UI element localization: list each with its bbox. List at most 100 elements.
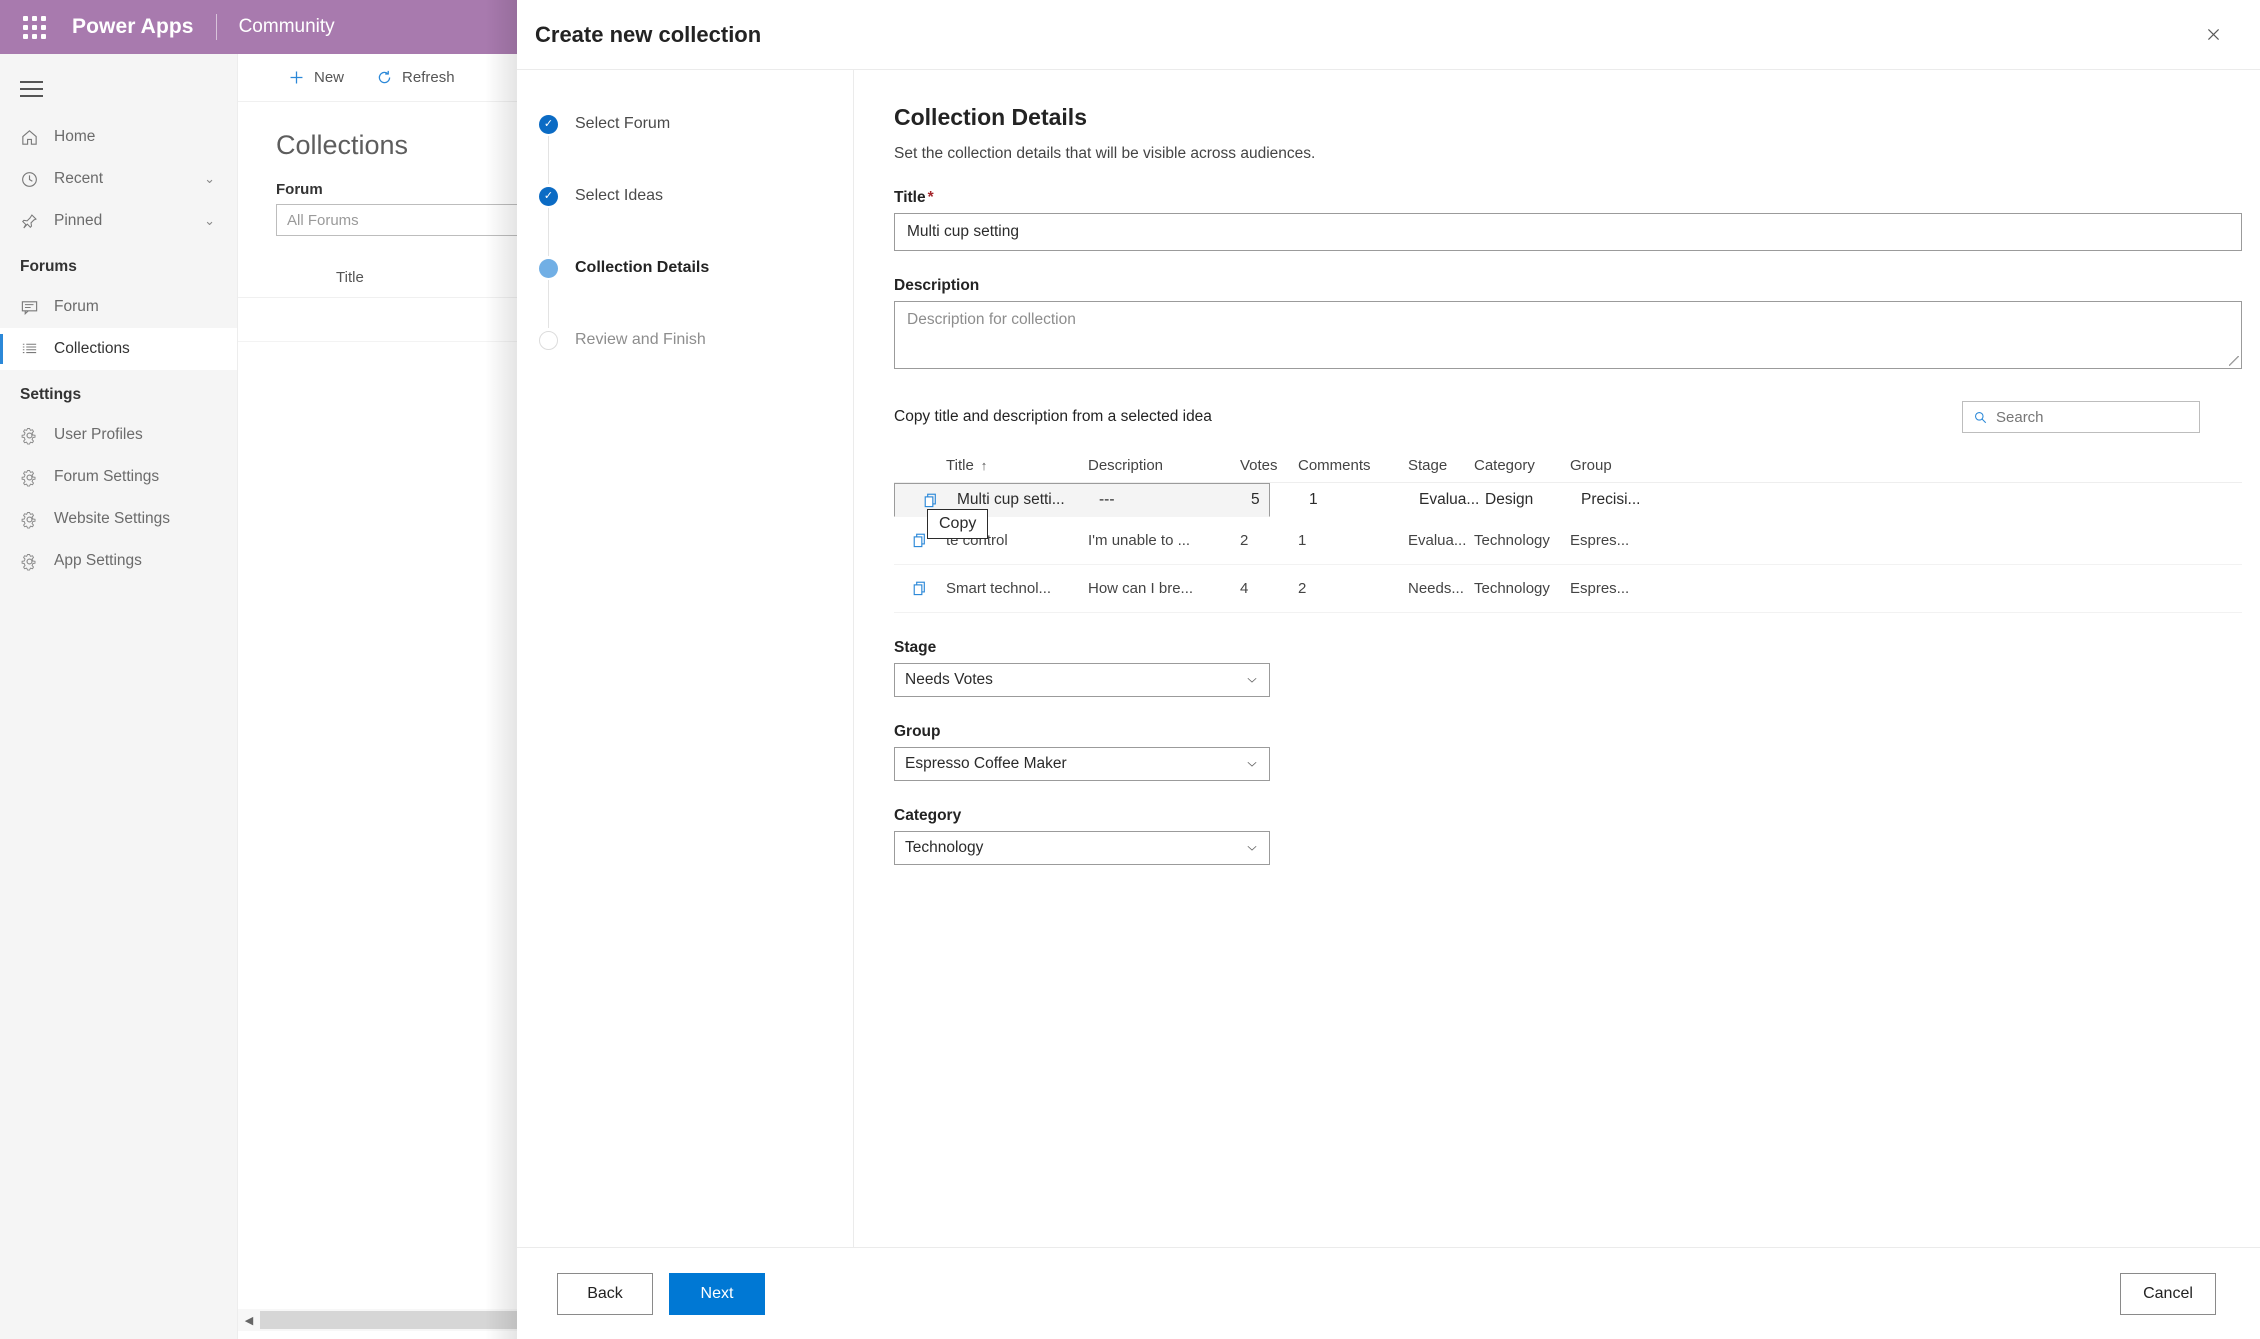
column-header-title-text: Title [946, 457, 974, 474]
cell-comments: 1 [1309, 491, 1318, 508]
sidebar-section-forums: Forums [20, 258, 77, 275]
step-connector [548, 280, 549, 328]
copy-tooltip: Copy [927, 509, 989, 539]
sidebar-item-forum[interactable]: Forum [0, 286, 237, 328]
column-header-group[interactable]: Group [1570, 457, 1680, 474]
search-input[interactable]: Search [1962, 401, 2200, 433]
plus-icon [288, 69, 305, 86]
title-input[interactable]: Multi cup setting [894, 213, 2242, 251]
panel-subheading: Set the collection details that will be … [894, 145, 1316, 162]
sidebar-item-label: Forum Settings [54, 468, 160, 485]
back-button[interactable]: Back [557, 1272, 653, 1315]
wizard-step-label: Select Forum [575, 115, 671, 132]
panel-heading: Collection Details [894, 104, 1087, 130]
copy-from-idea-row: Copy title and description from a select… [894, 401, 2220, 433]
group-value: Espresso Coffee Maker [905, 755, 1067, 772]
next-button[interactable]: Next [669, 1272, 765, 1315]
scroll-left-arrow-icon[interactable]: ◀ [238, 1314, 260, 1327]
cancel-button[interactable]: Cancel [2120, 1272, 2216, 1315]
close-icon[interactable] [2192, 14, 2234, 56]
gear-icon [20, 426, 46, 445]
clock-icon [20, 170, 46, 189]
list-icon [20, 340, 46, 359]
sidebar-item-forum-settings[interactable]: Forum Settings [0, 456, 237, 498]
cell-votes: 2 [1240, 532, 1249, 549]
brand-title: Power Apps [72, 15, 194, 38]
chevron-down-icon[interactable]: ⌄ [204, 213, 215, 229]
sidebar-item-pinned[interactable]: Pinned ⌄ [0, 200, 237, 242]
sidebar-item-home[interactable]: Home [0, 116, 237, 158]
table-row[interactable]: Smart technol... How can I bre... 4 2 Ne… [894, 565, 2242, 613]
copy-section-label: Copy title and description from a select… [894, 408, 1212, 425]
category-dropdown[interactable]: Technology [894, 831, 1270, 865]
cell-description: I'm unable to ... [1088, 532, 1191, 549]
dialog-footer: Back Next Cancel [517, 1247, 2260, 1339]
step-connector [548, 208, 549, 256]
cell-description: --- [1099, 491, 1115, 508]
step-complete-icon: ✓ [539, 115, 558, 134]
wizard-step-select-forum[interactable]: ✓ Select Forum [539, 114, 853, 186]
sidebar-item-label: User Profiles [54, 426, 143, 443]
cell-comments: 2 [1298, 580, 1307, 597]
category-value: Technology [905, 839, 984, 856]
step-pending-icon [539, 331, 558, 350]
group-label: Group [894, 723, 941, 740]
column-header-description[interactable]: Description [1088, 457, 1240, 474]
sidebar-item-recent[interactable]: Recent ⌄ [0, 158, 237, 200]
title-label-text: Title [894, 189, 926, 206]
sidebar-item-website-settings[interactable]: Website Settings [0, 498, 237, 540]
gear-icon [20, 510, 46, 529]
chevron-down-icon [1245, 673, 1259, 687]
app-name: Community [238, 16, 335, 37]
copy-icon[interactable] [894, 579, 946, 598]
brand-divider [215, 14, 217, 40]
title-input-value: Multi cup setting [907, 223, 1019, 240]
description-textarea[interactable]: Description for collection [894, 301, 2242, 369]
wizard-step-collection-details[interactable]: Collection Details [539, 258, 853, 330]
cell-category: Technology [1474, 532, 1550, 549]
column-header-title[interactable]: Title ↑ [946, 457, 1088, 474]
copy-icon[interactable] [905, 491, 957, 510]
column-header-stage[interactable]: Stage [1408, 457, 1474, 474]
wizard-step-rail: ✓ Select Forum ✓ Select Ideas Collection… [517, 70, 854, 1247]
new-button[interactable]: New [276, 63, 356, 92]
group-dropdown[interactable]: Espresso Coffee Maker [894, 747, 1270, 781]
description-placeholder: Description for collection [907, 311, 1076, 328]
sidebar-item-app-settings[interactable]: App Settings [0, 540, 237, 582]
chevron-down-icon[interactable]: ⌄ [204, 171, 215, 187]
cell-votes: 4 [1240, 580, 1249, 597]
home-icon [20, 128, 46, 147]
category-label: Category [894, 807, 962, 824]
gear-icon [20, 552, 46, 571]
cell-group: Espres... [1570, 580, 1630, 597]
sidebar-item-user-profiles[interactable]: User Profiles [0, 414, 237, 456]
sidebar-item-label: Home [54, 128, 96, 145]
refresh-button[interactable]: Refresh [364, 63, 467, 92]
wizard-step-label: Select Ideas [575, 187, 664, 204]
cell-group: Espres... [1570, 532, 1630, 549]
column-header-category[interactable]: Category [1474, 457, 1570, 474]
dialog-header: Create new collection [517, 0, 2260, 70]
create-collection-dialog: Create new collection ✓ Select Forum ✓ S… [517, 0, 2260, 1339]
table-row[interactable]: Copy te control I'm unable to ... 2 1 Ev… [894, 509, 2242, 565]
sidebar-item-label: Recent [54, 170, 104, 187]
waffle-grid-icon[interactable] [14, 7, 54, 47]
comment-icon [20, 298, 46, 317]
sidebar-item-label: Collections [54, 340, 130, 357]
forum-filter-value: All Forums [287, 211, 359, 229]
column-header-votes[interactable]: Votes [1240, 457, 1298, 474]
hamburger-menu-icon[interactable] [0, 62, 238, 116]
wizard-step-review-and-finish[interactable]: Review and Finish [539, 330, 853, 402]
title-field-label: Title * [894, 189, 2220, 207]
sidebar-item-label: App Settings [54, 552, 142, 569]
cell-description: How can I bre... [1088, 580, 1194, 597]
stage-dropdown[interactable]: Needs Votes [894, 663, 1270, 697]
column-header-comments[interactable]: Comments [1298, 457, 1408, 474]
chevron-down-icon [1245, 757, 1259, 771]
stage-label: Stage [894, 639, 937, 656]
wizard-step-select-ideas[interactable]: ✓ Select Ideas [539, 186, 853, 258]
resize-grip-icon[interactable] [2229, 356, 2239, 366]
sidebar-item-collections[interactable]: Collections [0, 328, 237, 370]
new-button-label: New [314, 69, 345, 86]
description-field-label: Description [894, 277, 980, 294]
